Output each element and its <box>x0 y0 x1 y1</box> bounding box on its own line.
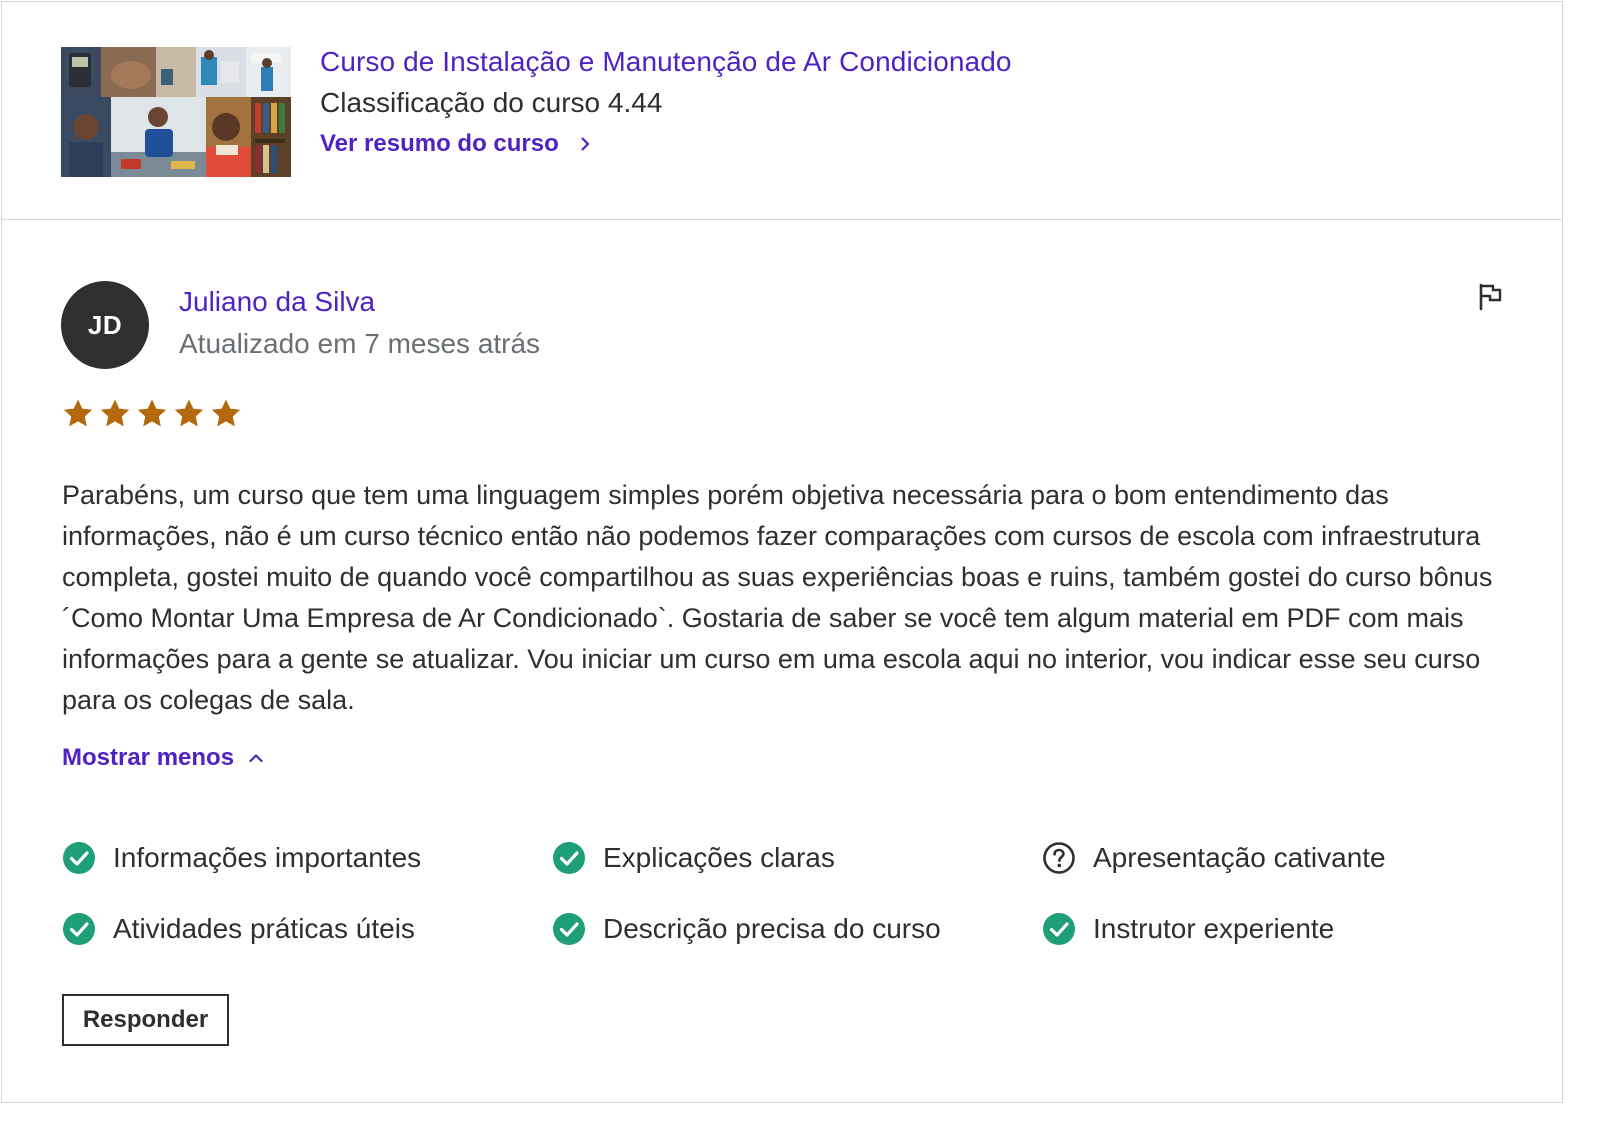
review-card: Curso de Instalação e Manutenção de Ar C… <box>1 1 1563 1103</box>
review-attributes: Informações importantes Explicações clar… <box>62 837 1542 950</box>
check-circle-icon <box>553 913 585 945</box>
star-icon <box>174 399 204 427</box>
star-icon <box>137 399 167 427</box>
star-icon <box>211 399 241 427</box>
attribute-label: Informações importantes <box>113 842 422 873</box>
show-less-label: Mostrar menos <box>62 744 235 771</box>
attribute-item: Explicações claras <box>552 837 1042 879</box>
chevron-up-icon <box>249 754 263 763</box>
check-circle-icon <box>553 842 585 874</box>
review-updated-date: Atualizado em 7 meses atrás <box>179 328 541 359</box>
attribute-label: Atividades práticas úteis <box>113 913 415 944</box>
star-rating <box>61 397 243 431</box>
course-rating: Classificação do curso 4.44 <box>320 87 663 118</box>
view-course-summary-link[interactable]: Ver resumo do curso <box>320 125 1012 163</box>
check-circle-icon <box>63 842 95 874</box>
reviewer-info: Juliano da Silva Atualizado em 7 meses a… <box>179 282 540 364</box>
view-course-summary-label: Ver resumo do curso <box>320 130 559 157</box>
attribute-label: Apresentação cativante <box>1093 842 1386 873</box>
flag-icon[interactable] <box>1474 281 1506 313</box>
reply-button[interactable]: Responder <box>62 994 229 1046</box>
course-thumbnail-image <box>61 47 291 177</box>
attribute-item: Instrutor experiente <box>1042 908 1532 950</box>
review-text: Parabéns, um curso que tem uma linguagem… <box>62 480 1493 715</box>
attribute-item: Informações importantes <box>62 837 552 879</box>
attribute-label: Explicações claras <box>603 842 835 873</box>
course-title[interactable]: Curso de Instalação e Manutenção de Ar C… <box>320 42 1012 82</box>
course-header: Curso de Instalação e Manutenção de Ar C… <box>2 2 1562 220</box>
attribute-item: Apresentação cativante <box>1042 837 1532 879</box>
attribute-item: Descrição precisa do curso <box>552 908 1042 950</box>
question-circle-icon <box>1043 842 1075 874</box>
course-info: Curso de Instalação e Manutenção de Ar C… <box>320 42 1012 163</box>
show-less-button[interactable]: Mostrar menos <box>62 739 264 777</box>
chevron-right-icon <box>581 137 589 151</box>
avatar: JD <box>61 281 149 369</box>
reviewer-name[interactable]: Juliano da Silva <box>179 282 540 322</box>
course-thumbnail[interactable] <box>61 47 291 177</box>
attribute-item: Atividades práticas úteis <box>62 908 552 950</box>
attribute-label: Instrutor experiente <box>1093 913 1335 944</box>
star-icon <box>63 399 93 427</box>
star-icon <box>100 399 130 427</box>
check-circle-icon <box>1043 913 1075 945</box>
check-circle-icon <box>63 913 95 945</box>
attribute-label: Descrição precisa do curso <box>603 913 941 944</box>
